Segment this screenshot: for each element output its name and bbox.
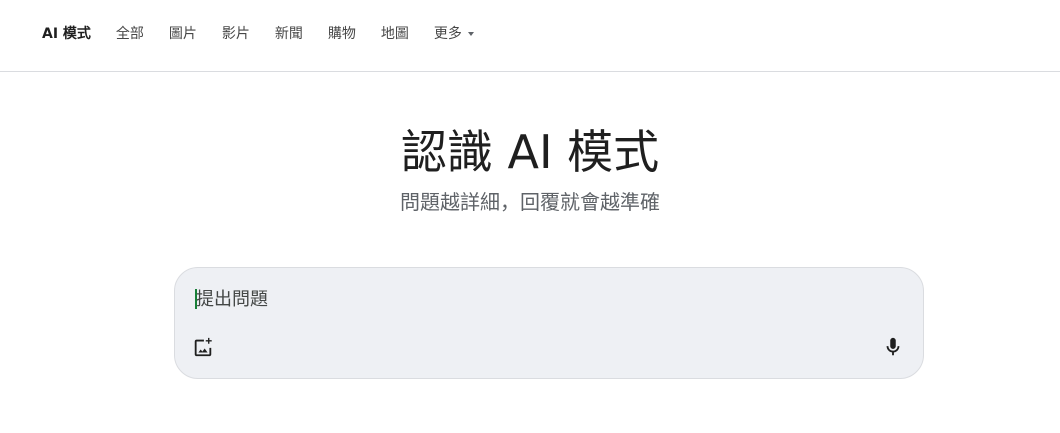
tab-maps[interactable]: 地圖 (381, 24, 409, 44)
search-tabs: AI 模式 全部 圖片 影片 新聞 購物 地圖 更多 (42, 24, 474, 44)
ai-search-box (174, 267, 924, 379)
more-menu-label: 更多 (433, 26, 462, 42)
caret-down-icon (467, 32, 474, 36)
tab-news[interactable]: 新聞 (275, 24, 303, 44)
top-navigation-bar: AI 模式 全部 圖片 影片 新聞 購物 地圖 更多 (0, 0, 1060, 72)
microphone-icon (886, 337, 900, 356)
page-title: 認識 AI 模式 (400, 125, 660, 179)
page-subtitle: 問題越詳細，回覆就會越準確 (400, 190, 660, 214)
add-image-icon (194, 337, 212, 357)
tab-all[interactable]: 全部 (116, 24, 144, 44)
tab-shopping[interactable]: 購物 (328, 24, 356, 44)
voice-search-button[interactable] (877, 331, 909, 363)
tab-images[interactable]: 圖片 (169, 24, 197, 44)
search-input[interactable] (194, 286, 856, 312)
text-cursor (195, 289, 197, 309)
tab-videos[interactable]: 影片 (222, 24, 250, 44)
more-menu-button[interactable]: 更多 (434, 24, 474, 44)
add-image-button[interactable] (187, 331, 219, 363)
tab-ai-mode[interactable]: AI 模式 (42, 24, 91, 44)
